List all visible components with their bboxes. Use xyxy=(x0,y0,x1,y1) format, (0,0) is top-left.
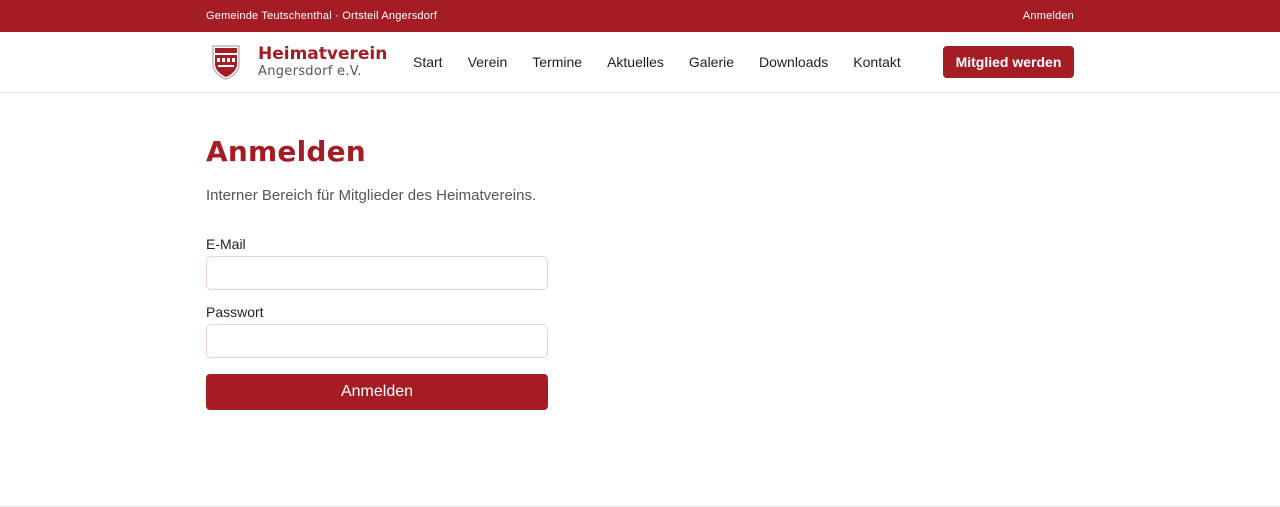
nav-item-termine[interactable]: Termine xyxy=(532,54,582,70)
nav-item-kontakt[interactable]: Kontakt xyxy=(853,54,900,70)
password-label: Passwort xyxy=(206,304,264,320)
login-submit-button[interactable]: Anmelden xyxy=(206,374,548,410)
email-field[interactable] xyxy=(206,256,548,290)
nav-item-downloads[interactable]: Downloads xyxy=(759,54,828,70)
login-form: E-Mail Passwort Anmelden xyxy=(206,236,548,410)
become-member-button[interactable]: Mitglied werden xyxy=(943,46,1074,78)
page-lead: Interner Bereich für Mitglieder des Heim… xyxy=(206,187,537,204)
site-header: Heimatverein Angersdorf e.V. Start Verei… xyxy=(0,32,1280,93)
main-nav: Start Verein Termine Aktuelles Galerie D… xyxy=(413,54,901,70)
nav-item-galerie[interactable]: Galerie xyxy=(689,54,734,70)
top-bar: Gemeinde Teutschenthal · Ortsteil Angers… xyxy=(0,0,1280,32)
nav-item-start[interactable]: Start xyxy=(413,54,443,70)
password-field[interactable] xyxy=(206,324,548,358)
brand-home-link[interactable]: Heimatverein Angersdorf e.V. xyxy=(206,44,396,80)
brand-title: Heimatverein xyxy=(258,43,388,64)
login-link[interactable]: Anmelden xyxy=(1023,10,1074,22)
nav-item-aktuelles[interactable]: Aktuelles xyxy=(607,54,664,70)
email-label: E-Mail xyxy=(206,236,246,252)
nav-item-verein[interactable]: Verein xyxy=(468,54,508,70)
crest-shield-icon xyxy=(212,45,240,80)
brand-subtitle: Angersdorf e.V. xyxy=(258,64,362,80)
page-title: Anmelden xyxy=(206,135,366,168)
main-content: Anmelden Interner Bereich für Mitglieder… xyxy=(206,93,1074,410)
location-text: Gemeinde Teutschenthal · Ortsteil Angers… xyxy=(206,10,438,22)
